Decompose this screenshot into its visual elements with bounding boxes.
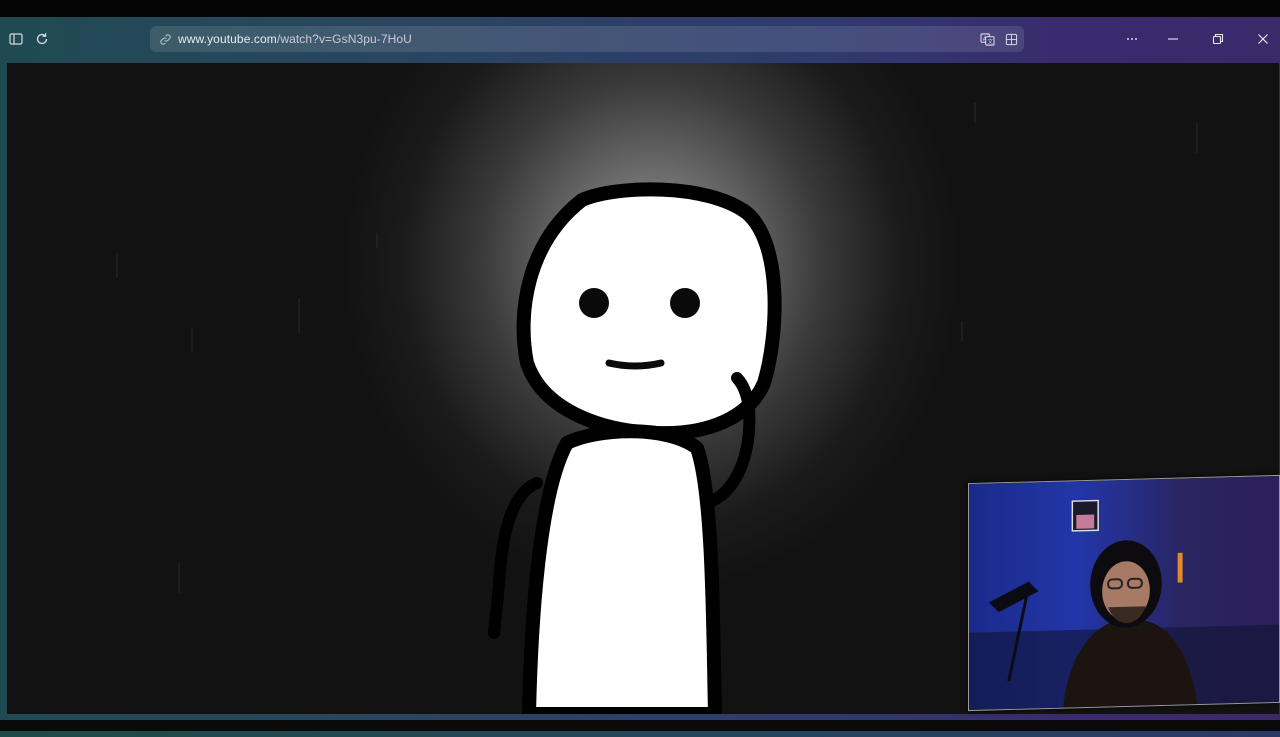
url-path: /watch?v=GsN3pu-7HoU (276, 32, 412, 46)
webcam-overlay (968, 474, 1280, 712)
minimize-icon[interactable] (1162, 29, 1184, 49)
url-text[interactable]: www.youtube.com/watch?v=GsN3pu-7HoU (178, 32, 412, 46)
apps-grid-icon[interactable] (1002, 31, 1020, 47)
close-icon[interactable] (1252, 29, 1274, 49)
window-bottom-edge (0, 731, 1280, 737)
screen-top-strip (0, 0, 1280, 17)
figure-right-eye (670, 288, 700, 318)
sidebar-toggle-icon[interactable] (6, 29, 26, 49)
restore-icon[interactable] (1207, 29, 1229, 49)
figure-mouth (605, 359, 665, 370)
figure-body (522, 424, 722, 714)
address-bar[interactable]: www.youtube.com/watch?v=GsN3pu-7HoU A文 (150, 26, 1024, 52)
link-icon[interactable] (157, 31, 173, 47)
figure-left-eye (579, 288, 609, 318)
reload-icon[interactable] (32, 29, 52, 49)
figure-head (516, 182, 782, 441)
facecam-image (969, 475, 1279, 711)
more-options-icon[interactable] (1121, 29, 1143, 49)
svg-text:文: 文 (987, 37, 993, 45)
url-host: www.youtube.com (178, 32, 277, 46)
browser-toolbar: www.youtube.com/watch?v=GsN3pu-7HoU A文 (0, 17, 1280, 62)
translate-icon[interactable]: A文 (978, 31, 996, 47)
browser-window: www.youtube.com/watch?v=GsN3pu-7HoU A文 (0, 17, 1280, 737)
